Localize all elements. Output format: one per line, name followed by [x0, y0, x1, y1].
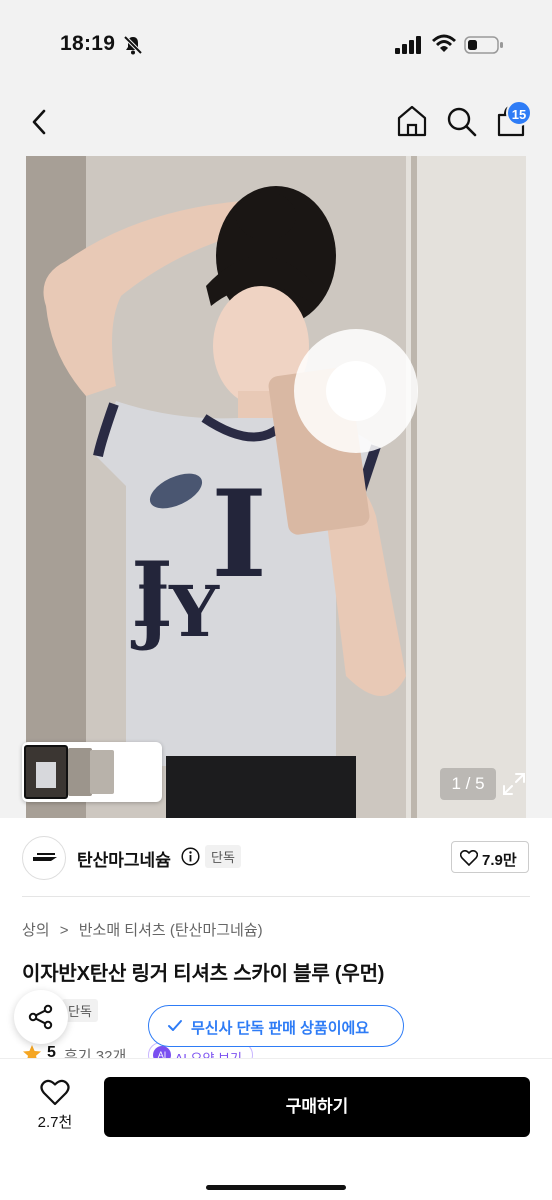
heart-icon [460, 850, 478, 866]
exclusive-badge: 단독 [205, 845, 241, 868]
product-photo-illustration: I I JY [26, 156, 526, 818]
wifi-icon [432, 34, 456, 52]
brand-like-count: 7.9만 [482, 852, 517, 869]
exclusive-toast[interactable]: 무신사 단독 판매 상품이에요 [148, 1005, 404, 1047]
brand-logo[interactable] [22, 836, 66, 880]
share-icon [28, 1004, 53, 1030]
brand-like-button[interactable]: 7.9만 [451, 841, 529, 873]
rating-value: 5 [47, 1044, 56, 1058]
thumbnail-images [24, 745, 114, 799]
ai-badge-icon: AI [153, 1046, 171, 1058]
back-icon[interactable] [22, 104, 58, 140]
toast-text: 무신사 단독 판매 상품이에요 [191, 1020, 370, 1037]
svg-text:JY: JY [130, 570, 220, 653]
info-icon[interactable] [181, 847, 200, 866]
check-icon [168, 1020, 182, 1031]
status-bar: 18:19 [0, 0, 552, 90]
share-button[interactable] [14, 990, 68, 1044]
bottom-action-bar: 2.7천 구매하기 [0, 1058, 552, 1200]
wishlist-count: 2.7천 [37, 1114, 73, 1131]
product-photo[interactable]: I I JY [26, 156, 526, 818]
bell-slash-icon [123, 35, 143, 55]
brand-logo-icon [33, 853, 57, 861]
buy-button[interactable]: 구매하기 [104, 1077, 530, 1137]
heart-outline-icon [40, 1079, 70, 1106]
divider [22, 896, 530, 897]
breadcrumb-separator: > [59, 922, 69, 939]
product-image-gallery[interactable]: I I JY 1 / 5 [0, 156, 552, 818]
ai-summary-label: AI 요약 보기 [175, 1048, 242, 1058]
brand-name[interactable]: 탄산마그네슘 [77, 846, 171, 871]
status-time: 18:19 [60, 32, 116, 55]
cellular-signal-icon [395, 36, 421, 54]
breadcrumb-item-category[interactable]: 상의 [22, 922, 50, 939]
image-page-counter: 1 / 5 [440, 768, 496, 800]
home-indicator [206, 1185, 346, 1190]
cart-count-badge: 15 [506, 100, 532, 126]
review-count[interactable]: 후기 32개 [64, 1045, 126, 1058]
home-icon[interactable] [393, 102, 431, 140]
wishlist-button[interactable]: 2.7천 [24, 1077, 86, 1139]
top-nav-bar: 15 [0, 90, 552, 156]
svg-text:I: I [211, 464, 267, 605]
breadcrumb: 상의 > 반소매 티셔츠 (탄산마그네슘) [22, 919, 263, 940]
star-icon [23, 1045, 41, 1058]
product-title: 이자반X탄산 링거 티셔츠 스카이 블루 (우먼) [22, 963, 385, 985]
expand-icon[interactable] [498, 768, 530, 800]
breadcrumb-item-subcategory[interactable]: 반소매 티셔츠 (탄산마그네슘) [79, 922, 263, 939]
brand-row: 탄산마그네슘 단독 7.9만 [0, 818, 552, 896]
search-icon[interactable] [442, 102, 480, 140]
battery-icon [464, 36, 503, 54]
thumbnail-strip[interactable] [22, 742, 162, 802]
